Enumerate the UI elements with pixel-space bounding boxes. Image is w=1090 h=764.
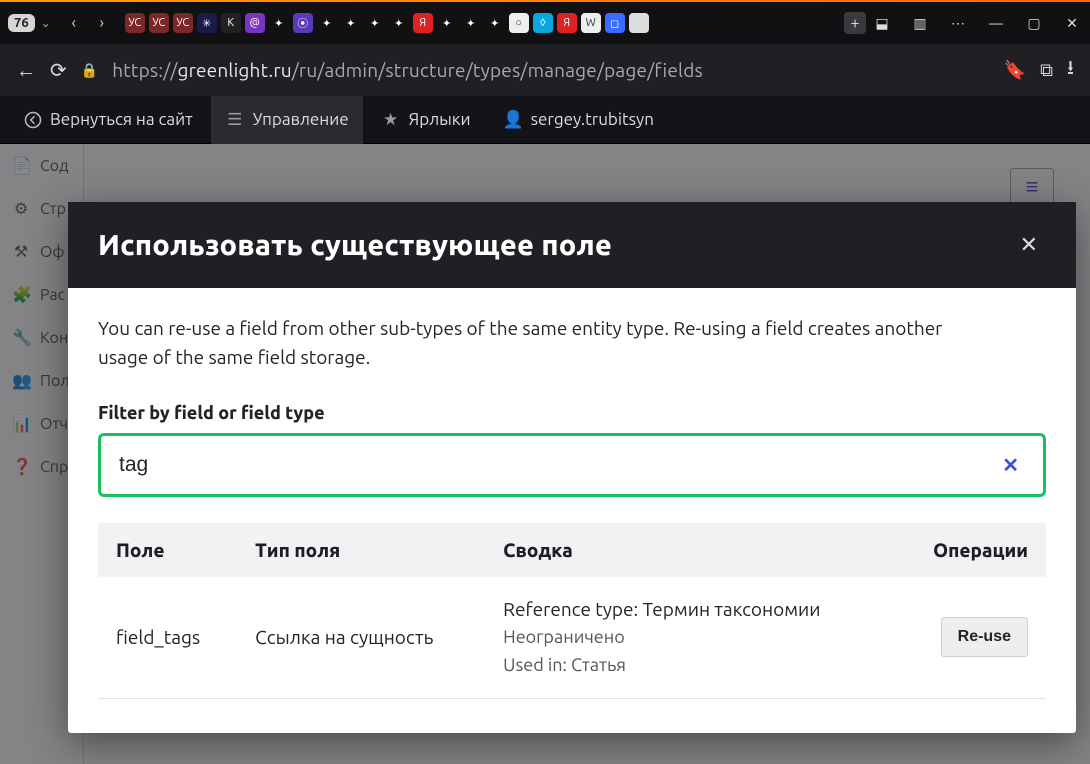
toolbar-user[interactable]: 👤 sergey.trubitsyn: [489, 96, 668, 144]
tab-favicon[interactable]: ✦: [341, 13, 361, 33]
filter-clear-button[interactable]: ✕: [996, 449, 1025, 481]
tab-prev-icon[interactable]: ‹: [63, 14, 85, 32]
url-text[interactable]: https://greenlight.ru/ru/admin/structure…: [112, 59, 703, 81]
tab-favicon[interactable]: ◊: [533, 13, 553, 33]
user-icon: 👤: [503, 110, 523, 130]
tab-favicon[interactable]: ✦: [461, 13, 481, 33]
star-icon: ★: [381, 110, 401, 130]
tab-dropdown-icon[interactable]: ⌄: [41, 16, 51, 30]
window-close-icon[interactable]: ✕: [1062, 15, 1082, 32]
new-tab-button[interactable]: +: [844, 12, 866, 34]
col-ops: Операции: [894, 523, 1046, 577]
url-host: greenlight.ru: [177, 59, 291, 81]
cell-ops: Re-use: [894, 577, 1046, 699]
tab-favicon[interactable]: ✳: [197, 13, 217, 33]
toolbar-back-label: Вернуться на сайт: [50, 110, 193, 129]
tab-count-badge[interactable]: 76: [8, 14, 35, 32]
reload-icon[interactable]: ⟳: [50, 58, 67, 82]
toolbar-back-to-site[interactable]: Вернуться на сайт: [10, 96, 207, 144]
tab-favicon[interactable]: ⦿: [293, 13, 313, 33]
reuse-field-modal: Использовать существующее поле ✕ You can…: [68, 202, 1076, 733]
modal-title: Использовать существующее поле: [98, 229, 612, 261]
tab-favicon[interactable]: УС: [125, 13, 145, 33]
url-path: /ru/admin/structure/types/manage/page/fi…: [292, 59, 703, 81]
tab-favicon[interactable]: ✦: [365, 13, 385, 33]
cell-type: Ссылка на сущность: [237, 577, 485, 699]
reuse-button[interactable]: Re-use: [941, 617, 1028, 657]
menu-icon[interactable]: ⋯: [948, 15, 968, 32]
col-field: Поле: [98, 523, 237, 577]
sidepanel-icon[interactable]: ⧉: [1040, 60, 1053, 81]
tab-favicon[interactable]: [629, 13, 649, 33]
filter-input[interactable]: [119, 453, 996, 477]
tab-favicon[interactable]: ○: [509, 13, 529, 33]
toolbar-manage-label: Управление: [253, 110, 349, 129]
toolbar-manage[interactable]: ☰ Управление: [211, 96, 363, 144]
toolbar-shortcuts[interactable]: ★ Ярлыки: [367, 96, 485, 144]
tab-next-icon[interactable]: ›: [91, 14, 113, 32]
maximize-icon[interactable]: ▢: [1024, 15, 1044, 32]
tab-favicon[interactable]: @: [245, 13, 265, 33]
tab-favicon[interactable]: ✦: [389, 13, 409, 33]
tab-favicon[interactable]: УС: [173, 13, 193, 33]
minimize-icon[interactable]: —: [986, 15, 1006, 31]
modal-close-button[interactable]: ✕: [1012, 228, 1046, 262]
tab-favicon[interactable]: Я: [413, 13, 433, 33]
lock-icon[interactable]: 🔒: [81, 62, 98, 79]
filter-field-wrap: ✕: [98, 433, 1046, 497]
tab-favicon[interactable]: Я: [557, 13, 577, 33]
nav-back-icon[interactable]: ←: [16, 58, 36, 83]
cell-field: field_tags: [98, 577, 237, 699]
tab-favicon[interactable]: W: [581, 13, 601, 33]
url-scheme: https://: [112, 59, 177, 81]
tab-favicon[interactable]: K: [221, 13, 241, 33]
table-row: field_tagsСсылка на сущностьReference ty…: [98, 577, 1046, 699]
col-type: Тип поля: [237, 523, 485, 577]
tab-favicon[interactable]: ◻: [605, 13, 625, 33]
filter-label: Filter by field or field type: [98, 403, 1046, 423]
download-icon[interactable]: ⭳: [1067, 53, 1074, 87]
modal-description: You can re-use a field from other sub-ty…: [98, 314, 958, 373]
tab-favicon[interactable]: ✦: [485, 13, 505, 33]
tab-favicon[interactable]: ✦: [269, 13, 289, 33]
tab-favicon[interactable]: ✦: [317, 13, 337, 33]
browser-tab-strip: 76 ⌄ ‹ › УСУСУС✳K@✦⦿✦✦✦✦Я✦✦✦○◊ЯW◻ + ⬓ ▥ …: [0, 2, 1090, 44]
results-table: Поле Тип поля Сводка Операции field_tags…: [98, 523, 1046, 699]
downloads-icon[interactable]: ⬓: [872, 15, 892, 32]
toolbar-user-label: sergey.trubitsyn: [531, 110, 654, 129]
drupal-admin-toolbar: Вернуться на сайт ☰ Управление ★ Ярлыки …: [0, 96, 1090, 144]
cell-summary: Reference type: Термин таксономииНеогран…: [485, 577, 894, 699]
bookmark-icon[interactable]: 🔖: [1004, 60, 1026, 81]
collections-icon[interactable]: ▥: [910, 15, 930, 32]
col-summary: Сводка: [485, 523, 894, 577]
toolbar-shortcuts-label: Ярлыки: [409, 110, 471, 129]
tab-favicon[interactable]: УС: [149, 13, 169, 33]
address-bar: ← ⟳ 🔒 https://greenlight.ru/ru/admin/str…: [0, 44, 1090, 96]
tab-favicon[interactable]: ✦: [437, 13, 457, 33]
hamburger-icon: ☰: [225, 110, 245, 130]
chevron-left-circle-icon: [24, 111, 42, 129]
